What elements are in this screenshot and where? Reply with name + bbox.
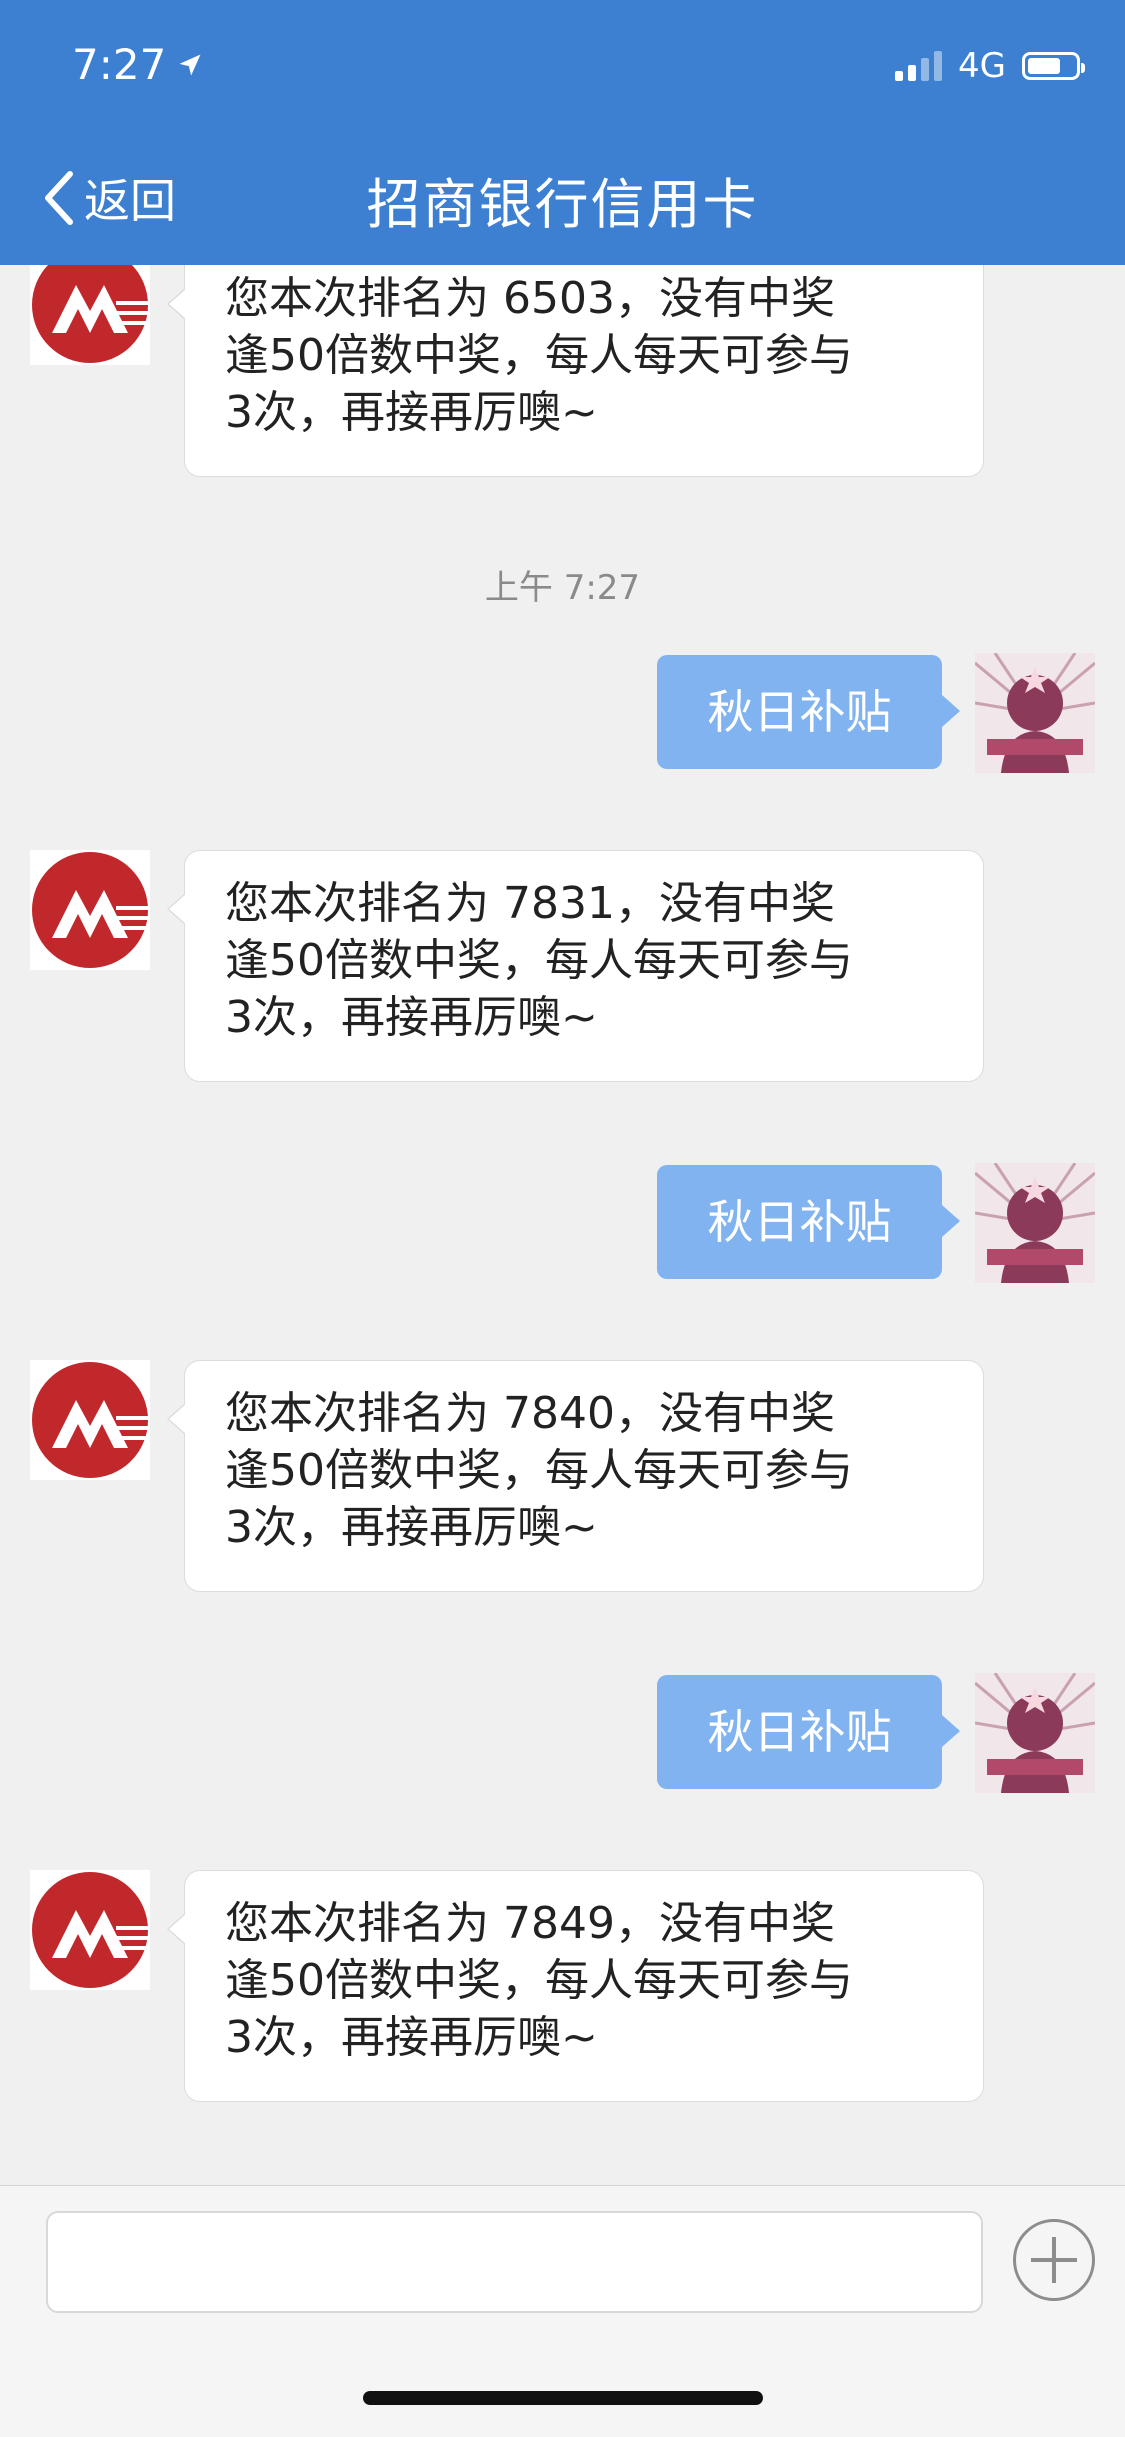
outgoing-message-bubble[interactable]: 秋日补贴 — [657, 655, 960, 769]
message-line: 逢50倍数中奖，每人每天可参与 — [225, 1955, 853, 2006]
home-indicator[interactable] — [363, 2391, 763, 2405]
network-label: 4G — [958, 46, 1006, 86]
bank-avatar-icon[interactable] — [30, 265, 150, 365]
outgoing-message-bubble[interactable]: 秋日补贴 — [657, 1165, 960, 1279]
user-avatar-icon[interactable] — [975, 653, 1095, 773]
status-time: 7:27 — [72, 40, 204, 89]
outgoing-message-bubble[interactable]: 秋日补贴 — [657, 1675, 960, 1789]
status-indicators: 4G — [895, 46, 1085, 86]
message-line: 逢50倍数中奖，每人每天可参与 — [225, 1445, 853, 1496]
incoming-message-bubble: 您本次排名为 6503，没有中奖 逢50倍数中奖，每人每天可参与 3次，再接再厉… — [167, 265, 984, 477]
incoming-message-bubble: 您本次排名为 7831，没有中奖 逢50倍数中奖，每人每天可参与 3次，再接再厉… — [167, 850, 984, 1082]
message-line: 3次，再接再厉噢~ — [225, 2012, 598, 2063]
message-line: 您本次排名为 7831，没有中奖 — [225, 878, 835, 929]
bank-avatar-icon[interactable] — [30, 1360, 150, 1480]
message-line: 3次，再接再厉噢~ — [225, 387, 598, 438]
message-line: 您本次排名为 7840，没有中奖 — [225, 1388, 835, 1439]
bank-avatar-icon[interactable] — [30, 1870, 150, 1990]
message-line: 逢50倍数中奖，每人每天可参与 — [225, 330, 853, 381]
user-avatar-icon[interactable] — [975, 1673, 1095, 1793]
message-line: 逢50倍数中奖，每人每天可参与 — [225, 935, 853, 986]
incoming-message-bubble: 您本次排名为 7840，没有中奖 逢50倍数中奖，每人每天可参与 3次，再接再厉… — [167, 1360, 984, 1592]
message-line: 您本次排名为 7849，没有中奖 — [225, 1898, 835, 1949]
incoming-message-bubble: 您本次排名为 7849，没有中奖 逢50倍数中奖，每人每天可参与 3次，再接再厉… — [167, 1870, 984, 2102]
message-input[interactable] — [46, 2211, 983, 2313]
input-bar — [0, 2185, 1125, 2437]
location-arrow-icon — [179, 54, 201, 75]
header: 7:27 4G 返回 招商银行信用卡 — [0, 0, 1125, 265]
page-title: 招商银行信用卡 — [366, 173, 759, 236]
user-avatar-icon[interactable] — [975, 1163, 1095, 1283]
message-line: 您本次排名为 6503，没有中奖 — [225, 273, 835, 324]
message-line: 3次，再接再厉噢~ — [225, 992, 598, 1043]
bank-avatar-icon[interactable] — [30, 850, 150, 970]
add-attachment-button[interactable] — [1013, 2219, 1095, 2301]
message-timestamp: 上午 7:27 — [484, 568, 641, 608]
status-time-text: 7:27 — [72, 40, 167, 89]
battery-icon — [1022, 52, 1085, 80]
message-thread[interactable]: 您本次排名为 6503，没有中奖 逢50倍数中奖，每人每天可参与 3次，再接再厉… — [0, 265, 1125, 2185]
message-line: 3次，再接再厉噢~ — [225, 1502, 598, 1553]
signal-icon — [895, 51, 943, 81]
